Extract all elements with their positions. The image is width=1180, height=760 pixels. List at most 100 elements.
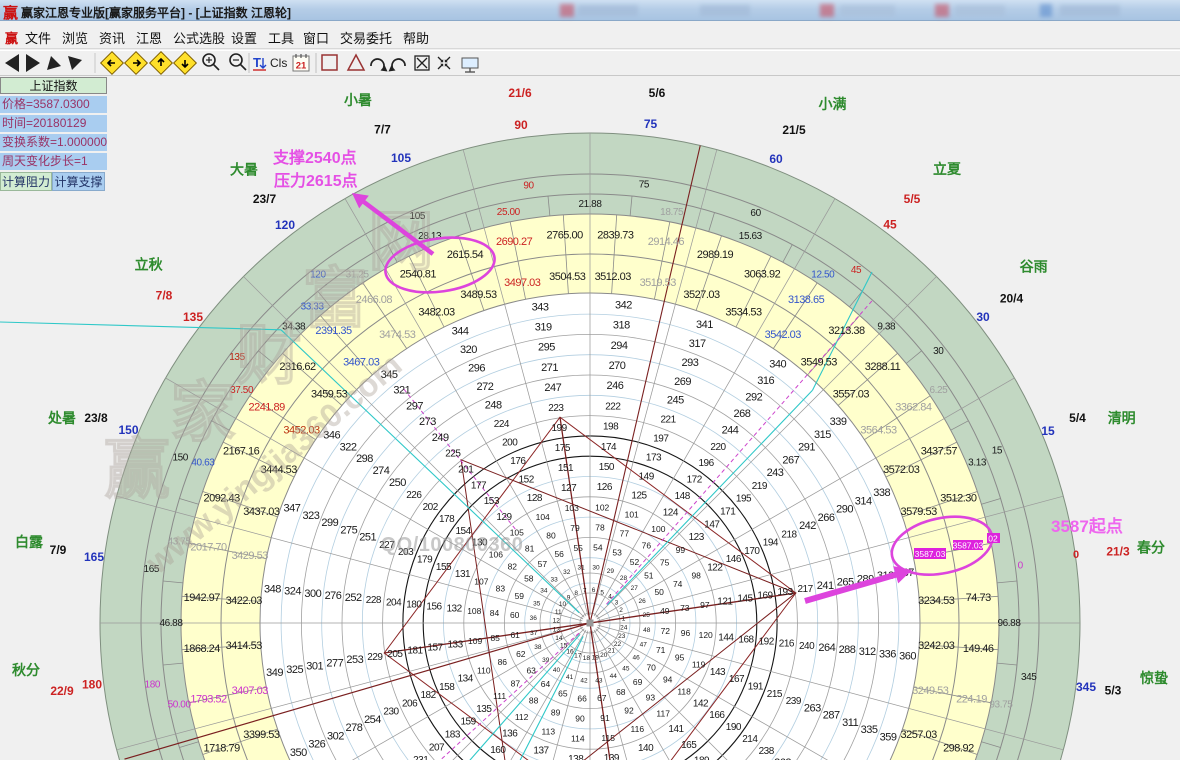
- svg-text:69: 69: [633, 677, 643, 687]
- svg-text:359: 359: [880, 731, 897, 743]
- svg-text:287: 287: [823, 710, 840, 722]
- svg-text:342: 342: [615, 299, 632, 311]
- svg-text:230: 230: [383, 707, 399, 718]
- svg-text:82: 82: [508, 562, 518, 572]
- svg-text:71: 71: [656, 645, 666, 655]
- svg-text:2615.54: 2615.54: [447, 249, 484, 261]
- svg-text:27: 27: [631, 585, 639, 592]
- svg-text:9.38: 9.38: [877, 322, 896, 333]
- svg-text:50: 50: [654, 587, 664, 597]
- svg-text:172: 172: [687, 475, 703, 486]
- svg-text:68: 68: [616, 687, 626, 697]
- svg-text:3534.53: 3534.53: [725, 306, 762, 318]
- svg-text:276: 276: [325, 590, 342, 602]
- svg-text:242: 242: [799, 520, 816, 532]
- svg-text:3063.92: 3063.92: [744, 269, 781, 281]
- svg-text:338: 338: [873, 487, 890, 499]
- svg-text:16: 16: [566, 649, 574, 656]
- svg-text:3: 3: [615, 600, 619, 607]
- svg-text:315: 315: [814, 429, 831, 441]
- svg-text:349: 349: [266, 667, 283, 679]
- svg-text:322: 322: [340, 441, 357, 453]
- svg-text:170: 170: [744, 546, 760, 557]
- svg-text:60: 60: [750, 208, 761, 219]
- svg-text:336: 336: [879, 648, 896, 660]
- svg-text:316: 316: [757, 375, 774, 387]
- svg-text:288: 288: [839, 644, 856, 656]
- svg-text:3213.38: 3213.38: [828, 325, 865, 337]
- svg-text:348: 348: [264, 584, 281, 596]
- svg-text:192: 192: [759, 637, 775, 648]
- svg-text:75: 75: [639, 179, 650, 190]
- svg-text:216: 216: [779, 639, 795, 650]
- svg-text:53: 53: [612, 547, 622, 557]
- svg-text:244: 244: [722, 424, 739, 436]
- svg-text:293: 293: [681, 357, 698, 369]
- svg-text:赢: 赢: [104, 432, 170, 506]
- svg-text:56: 56: [554, 549, 564, 559]
- svg-text:3572.03: 3572.03: [883, 464, 920, 476]
- svg-text:335: 335: [861, 724, 878, 736]
- svg-text:226: 226: [406, 490, 422, 501]
- svg-text:109: 109: [468, 636, 482, 646]
- svg-text:295: 295: [538, 342, 555, 354]
- svg-text:财: 财: [236, 318, 302, 392]
- svg-text:95: 95: [675, 652, 685, 662]
- svg-text:83: 83: [496, 584, 506, 594]
- svg-text:219: 219: [752, 481, 768, 492]
- svg-text:180: 180: [82, 678, 102, 692]
- svg-text:3257.03: 3257.03: [900, 729, 937, 741]
- svg-text:120: 120: [699, 630, 713, 640]
- svg-text:77: 77: [620, 528, 630, 538]
- svg-text:135: 135: [476, 704, 492, 715]
- svg-text:239: 239: [786, 696, 802, 707]
- svg-text:205: 205: [387, 649, 403, 660]
- svg-text:158: 158: [439, 682, 455, 693]
- svg-text:小暑: 小暑: [344, 92, 372, 108]
- svg-text:115: 115: [601, 733, 615, 743]
- svg-text:23/7: 23/7: [253, 192, 277, 206]
- svg-text:296: 296: [468, 362, 485, 374]
- svg-text:24: 24: [620, 625, 628, 632]
- svg-text:93: 93: [646, 693, 656, 703]
- svg-text:137: 137: [533, 746, 549, 757]
- svg-text:194: 194: [763, 538, 779, 549]
- svg-text:QQ/100800360: QQ/100800360: [381, 534, 524, 556]
- svg-text:90: 90: [523, 180, 534, 191]
- svg-text:123: 123: [689, 532, 705, 543]
- svg-text:22/9: 22/9: [50, 684, 74, 698]
- svg-text:136: 136: [502, 729, 518, 740]
- svg-text:142: 142: [693, 698, 709, 709]
- svg-text:62: 62: [516, 649, 526, 659]
- svg-text:清明: 清明: [1108, 410, 1136, 426]
- svg-text:343: 343: [532, 302, 549, 314]
- svg-text:320: 320: [460, 344, 477, 356]
- svg-text:4: 4: [608, 594, 612, 601]
- svg-text:266: 266: [818, 512, 835, 524]
- svg-text:294: 294: [611, 340, 628, 352]
- svg-text:229: 229: [367, 652, 383, 663]
- svg-text:18.75: 18.75: [660, 207, 684, 218]
- svg-text:243: 243: [767, 467, 784, 479]
- svg-text:5: 5: [600, 589, 604, 596]
- svg-text:201: 201: [458, 465, 474, 476]
- svg-text:290: 290: [836, 504, 853, 516]
- svg-text:153: 153: [484, 496, 500, 507]
- svg-text:224: 224: [494, 419, 510, 430]
- svg-text:150: 150: [118, 423, 138, 437]
- svg-text:72: 72: [661, 626, 671, 636]
- svg-text:5/6: 5/6: [649, 86, 666, 100]
- svg-text:317: 317: [689, 338, 706, 350]
- svg-text:207: 207: [429, 742, 445, 753]
- svg-text:271: 271: [541, 362, 558, 374]
- svg-text:30: 30: [933, 346, 944, 357]
- svg-text:75: 75: [644, 117, 658, 131]
- svg-text:183: 183: [445, 730, 461, 741]
- svg-text:44: 44: [610, 673, 618, 680]
- svg-text:50.00: 50.00: [168, 700, 192, 711]
- svg-text:174: 174: [601, 442, 617, 453]
- svg-text:179: 179: [417, 555, 433, 566]
- svg-text:3549.53: 3549.53: [801, 357, 838, 369]
- svg-text:104: 104: [536, 512, 550, 522]
- svg-text:228: 228: [366, 595, 382, 606]
